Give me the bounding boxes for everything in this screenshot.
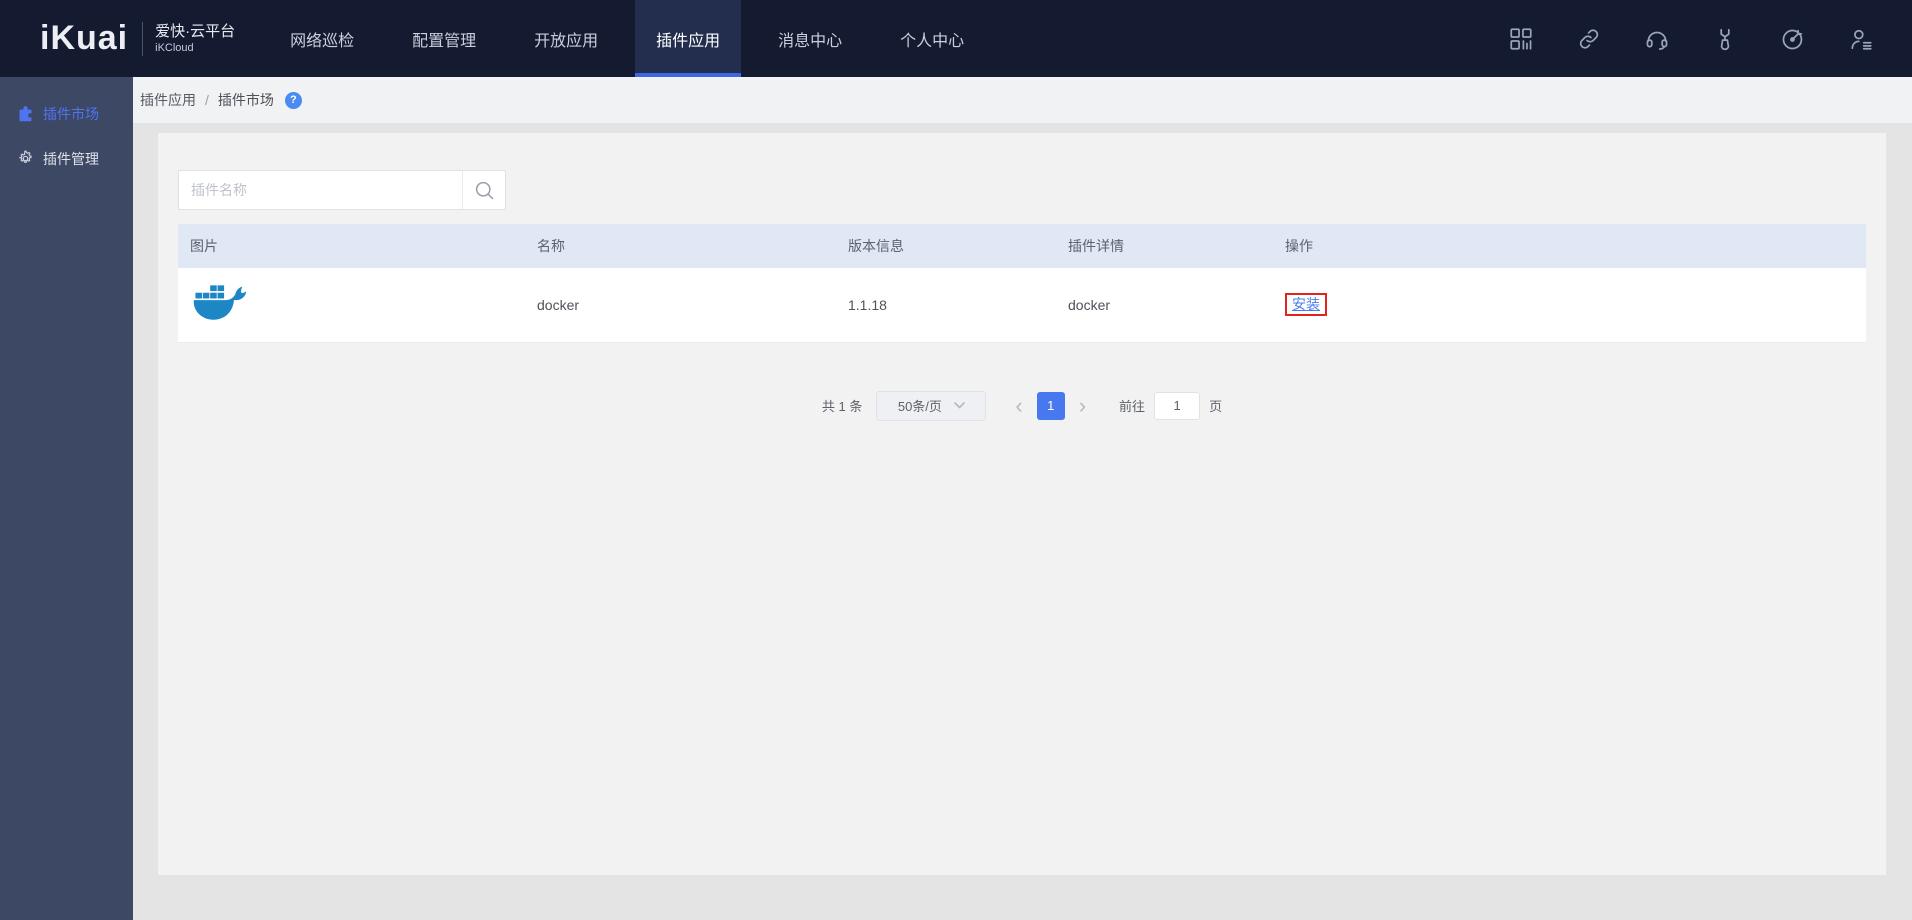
col-header-action: 操作 (1273, 224, 1866, 268)
page-size-select[interactable]: 50条/页 (876, 390, 987, 421)
navbar-actions (1508, 0, 1912, 77)
cell-plugin-detail: docker (1056, 268, 1273, 343)
current-page-button[interactable]: 1 (1036, 391, 1065, 420)
breadcrumb-parent[interactable]: 插件应用 (140, 90, 196, 110)
gear-icon (19, 150, 32, 163)
goto-unit-label: 页 (1209, 399, 1223, 414)
plugin-table: 图片 名称 版本信息 插件详情 操作 docker 1.1.18 docker … (178, 224, 1866, 343)
chevron-down-icon (954, 402, 965, 409)
search-icon (475, 181, 493, 199)
user-list-icon[interactable] (1848, 26, 1874, 52)
goto-page-group: 前往 页 (1119, 391, 1223, 420)
cell-plugin-name: docker (525, 268, 836, 343)
brand-title: 爱快·云平台 (155, 22, 236, 40)
plugin-search-input[interactable] (178, 170, 463, 210)
sidebar-item-plugin-management[interactable]: 插件管理 (0, 136, 133, 181)
breadcrumb-current: 插件市场 (217, 92, 274, 108)
goto-label: 前往 (1119, 399, 1146, 414)
sidebar-item-label: 插件市场 (43, 105, 99, 122)
tab-message-center[interactable]: 消息中心 (757, 0, 863, 77)
table-header-row: 图片 名称 版本信息 插件详情 操作 (178, 224, 1866, 268)
logo-area: iKuai 爱快·云平台 iKCloud (0, 0, 235, 77)
search-bar (178, 170, 1866, 210)
target-icon[interactable] (1780, 26, 1806, 52)
tab-config-management[interactable]: 配置管理 (391, 0, 497, 77)
annotation-highlight-box: 安装 (1285, 293, 1327, 317)
help-icon[interactable]: ? (284, 91, 302, 109)
tab-plugin-apps[interactable]: 插件应用 (635, 0, 742, 77)
main-area: 插件应用 / 插件市场 ? 图片 名称 版本信息 插件详情 (133, 77, 1912, 920)
logo-divider (142, 21, 144, 56)
brand-block: 爱快·云平台 iKCloud (155, 23, 235, 55)
install-button[interactable]: 安装 (1292, 296, 1320, 312)
next-page-button[interactable]: › (1070, 394, 1095, 417)
headset-icon[interactable] (1644, 26, 1670, 52)
col-header-image: 图片 (178, 224, 525, 268)
col-header-name: 名称 (525, 224, 836, 268)
main-menu: 网络巡检 配置管理 开放应用 插件应用 消息中心 个人中心 (261, 0, 993, 77)
tab-network-inspection[interactable]: 网络巡检 (269, 0, 375, 77)
pagination: 共 1 条 50条/页 ‹ 1 › 前往 页 (178, 390, 1866, 421)
top-navbar: iKuai 爱快·云平台 iKCloud 网络巡检 配置管理 开放应用 插件应用… (0, 0, 1912, 77)
table-row: docker 1.1.18 docker 安装 (178, 268, 1866, 343)
brand-subtitle: iKCloud (155, 41, 194, 54)
page-size-value: 50条/页 (897, 399, 942, 414)
apps-grid-icon[interactable] (1508, 26, 1534, 52)
ikuai-logo: iKuai (40, 19, 129, 57)
tab-personal-center[interactable]: 个人中心 (879, 0, 985, 77)
link-icon[interactable] (1576, 26, 1602, 52)
wrench-icon[interactable] (1712, 26, 1738, 52)
content-panel: 图片 名称 版本信息 插件详情 操作 (158, 133, 1886, 875)
prev-page-button[interactable]: ‹ (1006, 394, 1031, 417)
sidebar: 插件市场 插件管理 (0, 77, 133, 920)
puzzle-icon (19, 106, 32, 122)
goto-page-input[interactable] (1154, 391, 1201, 420)
cell-plugin-version: 1.1.18 (836, 268, 1056, 343)
breadcrumb: 插件应用 / 插件市场 ? (133, 77, 1912, 123)
pagination-total: 共 1 条 (821, 399, 863, 414)
tab-open-apps[interactable]: 开放应用 (513, 0, 619, 77)
col-header-detail: 插件详情 (1056, 224, 1273, 268)
docker-logo (190, 282, 513, 328)
breadcrumb-separator: / (205, 92, 209, 108)
search-button[interactable] (463, 170, 506, 210)
sidebar-item-plugin-market[interactable]: 插件市场 (0, 91, 133, 136)
col-header-version: 版本信息 (836, 224, 1056, 268)
sidebar-item-label: 插件管理 (43, 150, 99, 167)
